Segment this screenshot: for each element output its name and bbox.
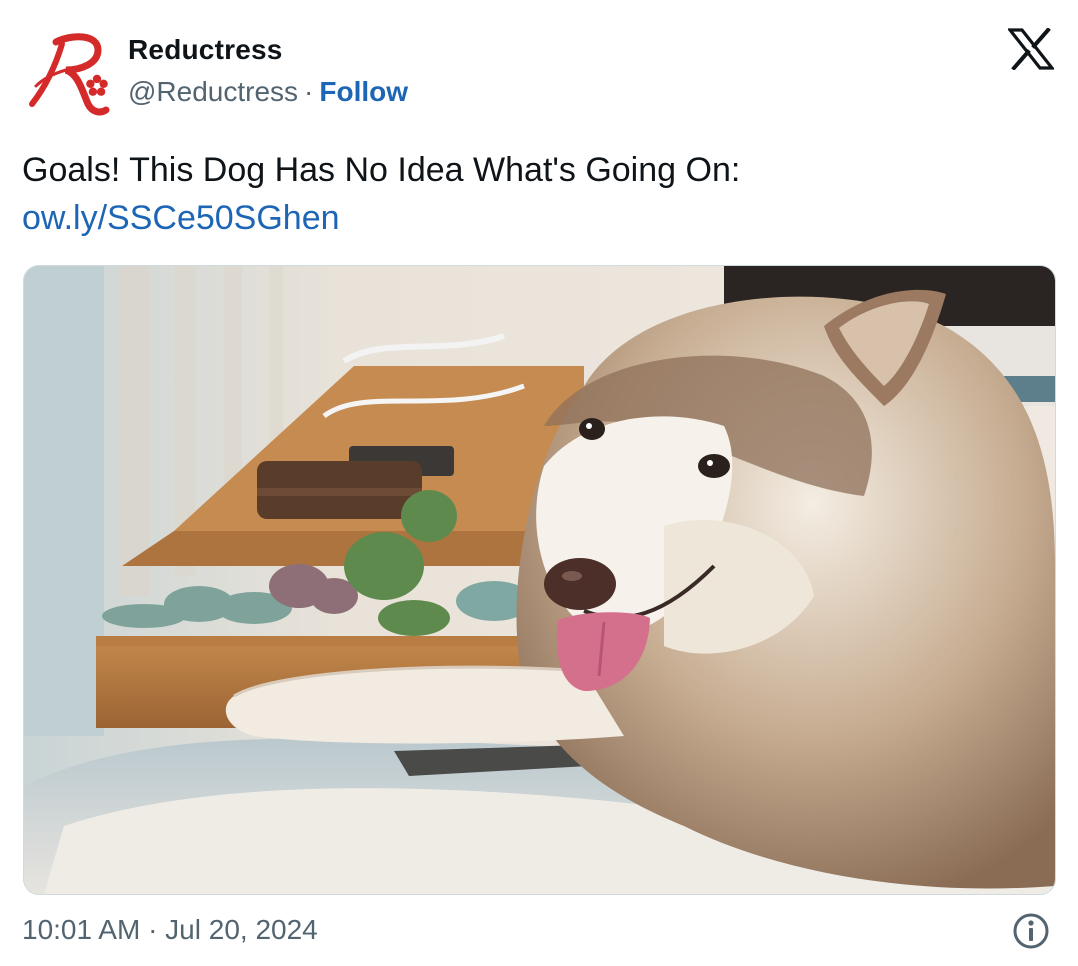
info-icon[interactable]: [1012, 912, 1050, 950]
handle-separator: ·: [304, 76, 314, 107]
tweet-text: Goals! This Dog Has No Idea What's Going…: [22, 146, 1052, 242]
tweet-embed-card: Reductress @Reductress · Follow Goals! Thi…: [0, 0, 1078, 966]
x-logo-icon[interactable]: [1006, 27, 1056, 71]
author-handle-row: @Reductress · Follow: [128, 76, 408, 108]
tweet-timestamp[interactable]: 10:01 AM · Jul 20, 2024: [22, 914, 318, 946]
author-handle[interactable]: @Reductress: [128, 76, 298, 107]
tweet-body: Goals! This Dog Has No Idea What's Going…: [22, 151, 741, 189]
tweet-photo[interactable]: [23, 265, 1056, 895]
tweet-link[interactable]: ow.ly/SSCe50SGhen: [22, 194, 340, 242]
follow-button[interactable]: Follow: [319, 76, 408, 107]
reductress-logo-icon[interactable]: [22, 24, 116, 118]
author-display-name[interactable]: Reductress: [128, 34, 283, 66]
